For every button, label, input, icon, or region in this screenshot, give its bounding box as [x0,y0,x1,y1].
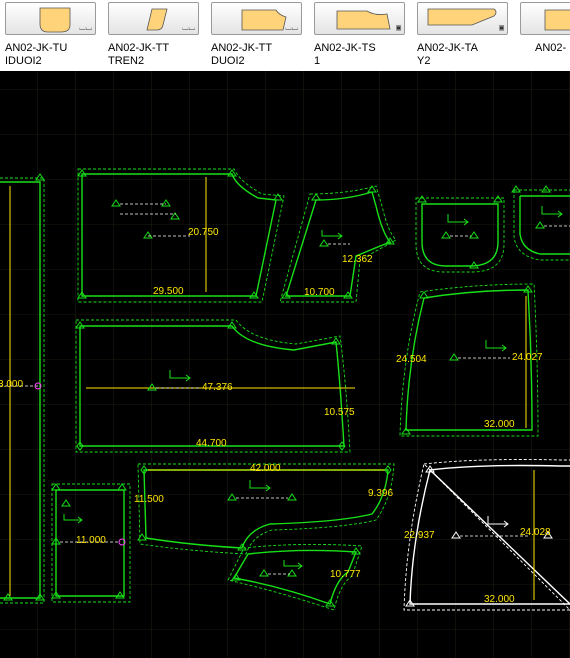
thumbnail-an02-jk-ttduoi2[interactable]: ⌴⌴ [211,2,302,35]
thumbnail-label: AN02-JK-TU IDUOI2 [5,42,68,67]
dim-p5-length: 42.000 [250,463,281,474]
dim-p8-width: 32.000 [484,594,515,605]
dim-p3-width: 44.700 [196,438,227,449]
thumbnail-an02-jk-tttren2[interactable]: ⌴⌴ [108,2,199,35]
thumbnail-an02-jk-tay2[interactable]: ▣ [417,2,508,35]
dim-p5-right: 9.396 [368,488,393,499]
piece-mark-icon: ⌴⌴ [285,23,298,32]
thumbnail-label: AN02-JK-TA Y2 [417,42,478,67]
thumbnail-an02-jk-tuiduoi2[interactable]: ⌴⌴ [5,2,96,35]
piece-thumbnail-icon [544,9,570,31]
dim-p5-left: 11.500 [134,494,164,505]
dim-p6-width: 11.000 [76,535,106,546]
thumbnail-label: AN02-JK-TS 1 [314,42,376,67]
pattern-drawing[interactable]: 3.000 20.750 29.500 12.362 10.700 47.376… [0,71,570,658]
piece-mark-icon: ⌴⌴ [182,23,195,32]
dim-p4-right: 24.027 [512,352,543,363]
thumbnail-label: AN02-JK-TT TREN2 [108,42,170,67]
thumbnail-an02-jk-ts1[interactable]: ▣ [314,2,405,35]
thumbnail-label: AN02-JK-TT DUOI2 [211,42,273,67]
thumbnail-label: AN02- [535,42,567,54]
dim-p3-side: 10.575 [324,407,355,418]
dim-p4-left: 24.504 [396,354,427,365]
piece-mark-icon: ▣ [396,23,401,32]
dim-p7-width: 10.777 [330,569,361,580]
grid [0,71,570,658]
dim-p2-width: 10.700 [304,287,335,298]
piece-thumbnail-strip: ⌴⌴ AN02-JK-TU IDUOI2 ⌴⌴ AN02-JK-TT TREN2… [0,0,570,71]
pattern-canvas[interactable]: 3.000 20.750 29.500 12.362 10.700 47.376… [0,71,570,658]
piece-thumbnail-icon [427,8,497,26]
piece-mark-icon: ⌴⌴ [79,23,92,32]
thumbnail-an02[interactable] [520,2,570,35]
piece-thumbnail-icon [336,10,391,30]
dim-p8-right: 24.028 [520,527,551,538]
dim-left-long: 3.000 [0,379,23,390]
dim-p1-width: 29.500 [153,286,184,297]
piece-mark-icon: ▣ [499,23,504,32]
dim-p1-height: 20.750 [188,227,219,238]
dim-p4-width: 32.000 [484,419,515,430]
dim-p2-height: 12.362 [342,254,373,265]
dim-p3-length: 47.376 [202,382,233,393]
dim-p8-left: 22.937 [404,530,435,541]
